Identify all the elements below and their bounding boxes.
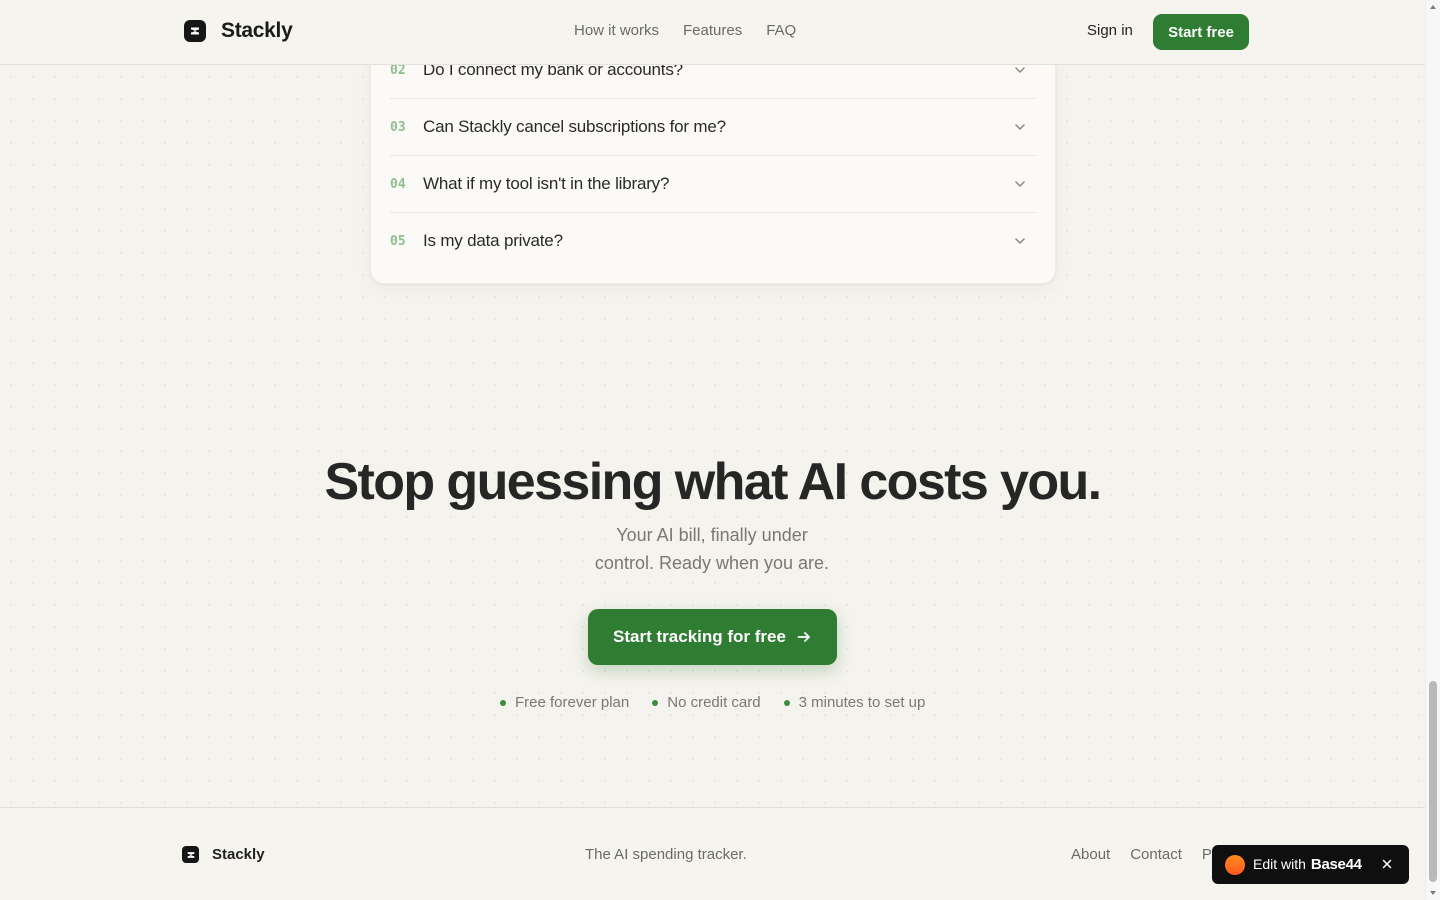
main-nav: How it works Features FAQ bbox=[574, 22, 796, 39]
faq-question: Is my data private? bbox=[423, 231, 563, 250]
scroll-up-arrow-icon[interactable] bbox=[1429, 3, 1437, 11]
start-tracking-button[interactable]: Start tracking for free bbox=[588, 609, 837, 665]
start-free-button[interactable]: Start free bbox=[1153, 14, 1249, 50]
feature-label: 3 minutes to set up bbox=[798, 694, 926, 711]
stackly-logo-icon bbox=[184, 20, 206, 42]
faq-list: 02 Do I connect my bank or accounts? 03 … bbox=[371, 41, 1055, 269]
faq-number: 03 bbox=[390, 119, 406, 135]
chevron-down-icon bbox=[1015, 181, 1025, 187]
feature-label: No credit card bbox=[667, 694, 761, 711]
scrollbar-thumb[interactable] bbox=[1429, 681, 1437, 882]
arrow-right-icon bbox=[797, 632, 810, 642]
cta-title: Stop guessing what AI costs you. bbox=[324, 453, 1102, 511]
footer-link-p[interactable]: P bbox=[1202, 846, 1212, 863]
faq-item-05[interactable]: 05 Is my data private? bbox=[390, 212, 1036, 269]
scroll-down-arrow-icon[interactable] bbox=[1429, 889, 1437, 897]
cta-subtitle-line-1: Your AI bill, finally under bbox=[616, 525, 808, 545]
cta-subtitle-line-2: control. Ready when you are. bbox=[594, 553, 830, 573]
edit-badge-text: Edit with Base44 bbox=[1253, 856, 1362, 873]
footer-link-about[interactable]: About bbox=[1071, 846, 1110, 863]
faq-question: What if my tool isn't in the library? bbox=[423, 174, 670, 193]
edit-prefix: Edit with bbox=[1253, 856, 1306, 872]
nav-how-it-works[interactable]: How it works bbox=[574, 22, 659, 39]
cta-features: Free forever plan No credit card 3 minut… bbox=[500, 694, 925, 711]
bullet-dot-icon bbox=[652, 699, 659, 706]
feature-item: Free forever plan bbox=[500, 694, 629, 711]
faq-item-03[interactable]: 03 Can Stackly cancel subscriptions for … bbox=[390, 98, 1036, 155]
nav-features[interactable]: Features bbox=[683, 22, 742, 39]
brand-name: Stackly bbox=[221, 19, 293, 42]
edit-brand: Base44 bbox=[1310, 856, 1362, 873]
close-icon[interactable] bbox=[1380, 857, 1394, 871]
faq-number: 04 bbox=[390, 176, 406, 192]
page-scrollbar[interactable] bbox=[1425, 0, 1440, 900]
chevron-down-icon bbox=[1015, 124, 1025, 130]
feature-item: 3 minutes to set up bbox=[783, 694, 926, 711]
chevron-down-icon bbox=[1015, 238, 1025, 244]
footer-link-contact[interactable]: Contact bbox=[1130, 846, 1182, 863]
bullet-dot-icon bbox=[783, 699, 790, 706]
faq-item-04[interactable]: 04 What if my tool isn't in the library? bbox=[390, 155, 1036, 212]
feature-label: Free forever plan bbox=[515, 694, 630, 711]
brand[interactable]: Stackly bbox=[184, 19, 293, 43]
footer-brand-name: Stackly bbox=[212, 846, 265, 863]
faq-number: 05 bbox=[390, 233, 406, 249]
bullet-dot-icon bbox=[500, 699, 506, 706]
faq-question: Can Stackly cancel subscriptions for me? bbox=[423, 117, 726, 136]
feature-item: No credit card bbox=[652, 694, 761, 711]
nav-faq[interactable]: FAQ bbox=[766, 22, 796, 39]
start-tracking-label: Start tracking for free bbox=[613, 627, 786, 646]
sign-in-link[interactable]: Sign in bbox=[1087, 22, 1133, 39]
footer-tagline: The AI spending tracker. bbox=[585, 846, 747, 863]
cta-subtitle: Your AI bill, finally under control. Rea… bbox=[562, 521, 862, 577]
footer-brand[interactable]: Stackly bbox=[182, 846, 265, 863]
footer-links: About Contact P bbox=[1071, 846, 1212, 863]
stackly-logo-icon bbox=[182, 846, 199, 863]
base44-logo-icon bbox=[1225, 855, 1245, 875]
chevron-down-icon bbox=[1015, 67, 1025, 73]
site-header: Stackly How it works Features FAQ Sign i… bbox=[0, 0, 1425, 65]
